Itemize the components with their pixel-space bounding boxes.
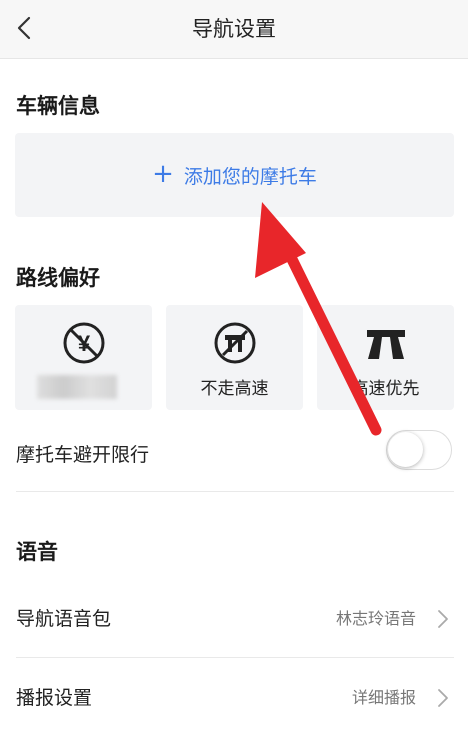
voice-pack-row[interactable]: 导航语音包 林志玲语音 xyxy=(0,589,468,649)
broadcast-row[interactable]: 播报设置 详细播报 xyxy=(0,668,468,728)
highway-icon xyxy=(367,330,405,359)
section-title-vehicle: 车辆信息 xyxy=(16,94,100,118)
section-title-route: 路线偏好 xyxy=(16,266,100,290)
voice-pack-value: 林志玲语音 xyxy=(335,609,416,628)
divider xyxy=(16,491,454,492)
no-toll-icon: ¥ xyxy=(63,322,105,364)
divider xyxy=(16,657,454,658)
svg-text:¥: ¥ xyxy=(78,331,91,356)
restriction-toggle[interactable] xyxy=(386,430,452,470)
pref-card-no-toll[interactable]: ¥ xyxy=(15,305,152,410)
broadcast-value: 详细播报 xyxy=(351,688,416,707)
pref-label-no-highway: 不走高速 xyxy=(200,379,269,399)
voice-pack-label: 导航语音包 xyxy=(16,608,112,630)
page-title: 导航设置 xyxy=(192,17,276,41)
toggle-knob xyxy=(388,432,423,467)
nav-header: 导航设置 xyxy=(0,0,468,59)
restriction-label: 摩托车避开限行 xyxy=(16,444,150,466)
no-highway-icon xyxy=(214,322,256,364)
pref-label-highway-first: 高速优先 xyxy=(351,379,420,399)
section-title-voice: 语音 xyxy=(16,540,58,564)
chevron-right-icon xyxy=(438,610,448,628)
broadcast-label: 播报设置 xyxy=(16,687,93,709)
add-motorcycle-button[interactable]: + 添加您的摩托车 xyxy=(15,133,454,217)
blurred-label xyxy=(37,375,117,399)
chevron-right-icon xyxy=(438,689,448,707)
pref-card-no-highway[interactable]: 不走高速 xyxy=(166,305,303,410)
add-motorcycle-label: 添加您的摩托车 xyxy=(183,165,317,188)
pref-card-highway-first[interactable]: 高速优先 xyxy=(317,305,454,410)
plus-icon: + xyxy=(152,158,174,189)
